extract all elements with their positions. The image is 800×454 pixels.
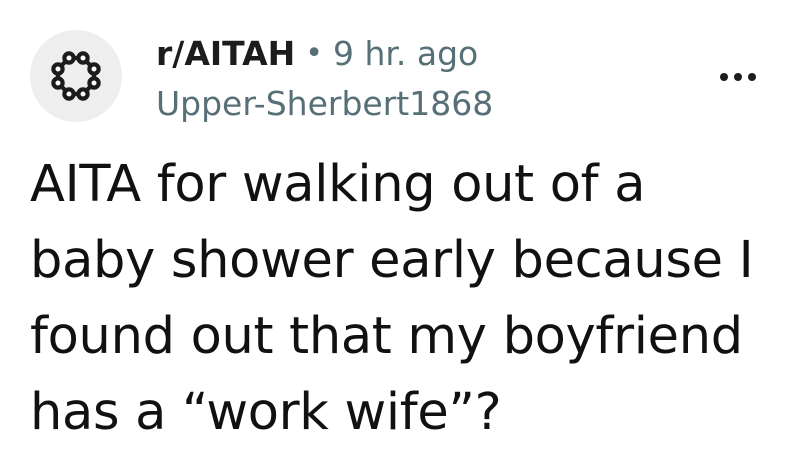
post-title-line: baby shower early because I: [30, 231, 754, 290]
snoo-ring-icon: [51, 51, 101, 101]
post-age: 9 hr. ago: [332, 34, 479, 73]
post-meta: r/AITAH • 9 hr. ago: [156, 32, 478, 76]
meta-separator: •: [305, 36, 323, 71]
post-title-line: has a “work wife”?: [30, 383, 502, 442]
more-options-icon: [720, 73, 728, 81]
subreddit-link[interactable]: r/AITAH: [156, 32, 295, 76]
more-options-icon: [748, 73, 756, 81]
subreddit-avatar[interactable]: [30, 30, 122, 122]
post-title-line: AITA for walking out of a: [30, 155, 646, 214]
post-card: r/AITAH • 9 hr. ago Upper-Sherbert1868 A…: [0, 0, 800, 454]
author-link[interactable]: Upper-Sherbert1868: [156, 82, 493, 126]
more-options-icon: [734, 73, 742, 81]
post-title-line: found out that my boyfriend: [30, 307, 743, 366]
post-title[interactable]: AITA for walking out of a baby shower ea…: [30, 147, 770, 451]
more-options-button[interactable]: [714, 62, 762, 92]
